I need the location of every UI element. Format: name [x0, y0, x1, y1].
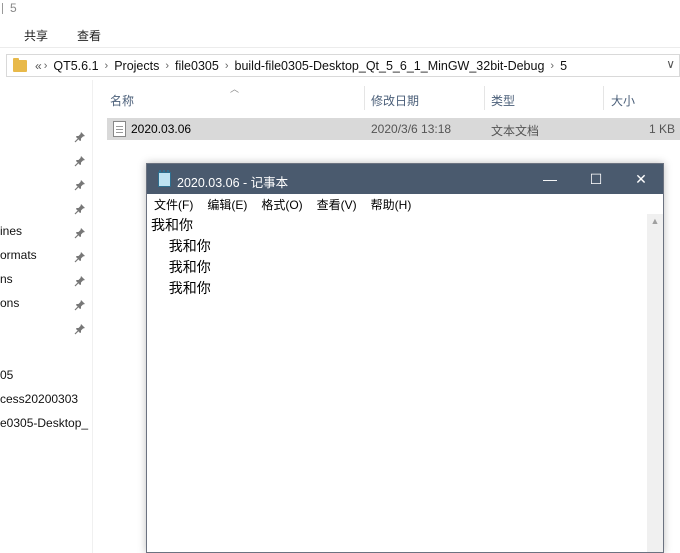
breadcrumb-item[interactable]: QT5.6.1 — [53, 59, 98, 73]
pin-icon[interactable] — [74, 203, 86, 215]
title-divider — [2, 3, 3, 14]
address-dropdown-chevron-icon[interactable]: ∨ — [666, 57, 675, 71]
folder-icon — [13, 57, 27, 72]
nav-item-label: ns — [0, 272, 13, 286]
breadcrumb-separator-icon[interactable]: › — [165, 60, 169, 72]
nav-item-label: ons — [0, 296, 20, 310]
breadcrumb: › QT5.6.1 › Projects › file0305 › build-… — [44, 59, 573, 73]
pin-icon[interactable] — [74, 299, 86, 311]
pin-icon[interactable] — [74, 275, 86, 287]
maximize-button[interactable]: ☐ — [581, 169, 611, 189]
explorer-title: 5 — [10, 1, 17, 15]
close-button[interactable]: ✕ — [626, 169, 656, 189]
column-header-type[interactable]: 类型 — [491, 86, 515, 110]
breadcrumb-separator-icon[interactable]: › — [44, 60, 48, 72]
scroll-up-arrow-icon[interactable]: ▲ — [647, 216, 663, 226]
breadcrumb-item[interactable]: Projects — [114, 59, 159, 73]
menu-view[interactable]: 查看(V) — [317, 196, 357, 213]
breadcrumb-item[interactable]: file0305 — [175, 59, 219, 73]
nav-item[interactable]: e0305-Desktop_ — [0, 416, 92, 436]
explorer-title-strip: 5 — [0, 0, 680, 18]
tab-share[interactable]: 共享 — [24, 27, 48, 44]
overflow-chevron-icon[interactable]: « — [35, 59, 42, 73]
file-modified: 2020/3/6 13:18 — [371, 122, 452, 136]
pin-icon[interactable] — [74, 323, 86, 335]
nav-item[interactable]: 05 — [0, 368, 92, 388]
menu-edit[interactable]: 编辑(E) — [207, 196, 247, 213]
vertical-scrollbar[interactable]: ▲ — [647, 214, 663, 552]
menu-file[interactable]: 文件(F) — [154, 196, 193, 213]
column-divider[interactable] — [484, 86, 485, 110]
nav-item-label: 05 — [0, 368, 14, 382]
nav-item[interactable]: cess20200303 — [0, 392, 92, 412]
nav-item-label: ormats — [0, 248, 37, 262]
breadcrumb-separator-icon[interactable]: › — [550, 60, 554, 72]
file-size: 1 KB — [649, 122, 676, 136]
column-header-modified[interactable]: 修改日期 — [371, 86, 419, 110]
menu-format[interactable]: 格式(O) — [261, 196, 302, 213]
menu-help[interactable]: 帮助(H) — [371, 196, 412, 213]
pin-icon[interactable] — [74, 131, 86, 143]
nav-item-label: cess20200303 — [0, 392, 79, 406]
tab-view[interactable]: 查看 — [77, 27, 101, 44]
file-name: 2020.03.06 — [131, 122, 192, 136]
navigation-pane: ines ormats ns ons 05 cess20200303 e0305… — [0, 80, 93, 553]
pin-icon[interactable] — [74, 155, 86, 167]
pin-icon[interactable] — [74, 179, 86, 191]
notepad-window: 2020.03.06 - 记事本 — ☐ ✕ 文件(F) 编辑(E) 格式(O)… — [146, 163, 664, 553]
column-header-size[interactable]: 大小 — [611, 86, 635, 110]
pin-icon[interactable] — [74, 227, 86, 239]
nav-item-label: ines — [0, 224, 23, 238]
sort-ascending-icon: ︿ — [230, 84, 240, 94]
notepad-title: 2020.03.06 - 记事本 — [177, 176, 289, 190]
breadcrumb-item[interactable]: build-file0305-Desktop_Qt_5_6_1_MinGW_32… — [235, 59, 545, 73]
column-header-name[interactable]: 名称 — [110, 86, 134, 110]
ribbon-tabs: 共享 查看 — [0, 22, 680, 48]
notepad-menubar: 文件(F) 编辑(E) 格式(O) 查看(V) 帮助(H) — [147, 194, 663, 214]
nav-item-label: e0305-Desktop_ — [0, 416, 89, 430]
pin-icon[interactable] — [74, 251, 86, 263]
notepad-text-area[interactable]: 我和你 我和你 我和你 我和你 — [147, 214, 647, 552]
breadcrumb-separator-icon[interactable]: › — [105, 60, 109, 72]
column-divider[interactable] — [603, 86, 604, 110]
notepad-titlebar[interactable]: 2020.03.06 - 记事本 — ☐ ✕ — [147, 164, 663, 194]
address-bar[interactable]: « › QT5.6.1 › Projects › file0305 › buil… — [6, 54, 680, 77]
notepad-icon — [158, 170, 171, 187]
minimize-button[interactable]: — — [535, 169, 565, 189]
breadcrumb-separator-icon[interactable]: › — [225, 60, 229, 72]
column-divider[interactable] — [364, 86, 365, 110]
breadcrumb-item[interactable]: 5 — [560, 59, 567, 73]
text-file-icon — [113, 121, 126, 137]
file-type: 文本文档 — [491, 124, 540, 138]
file-row[interactable]: 2020.03.06 2020/3/6 13:18 文本文档 1 KB — [107, 118, 680, 140]
